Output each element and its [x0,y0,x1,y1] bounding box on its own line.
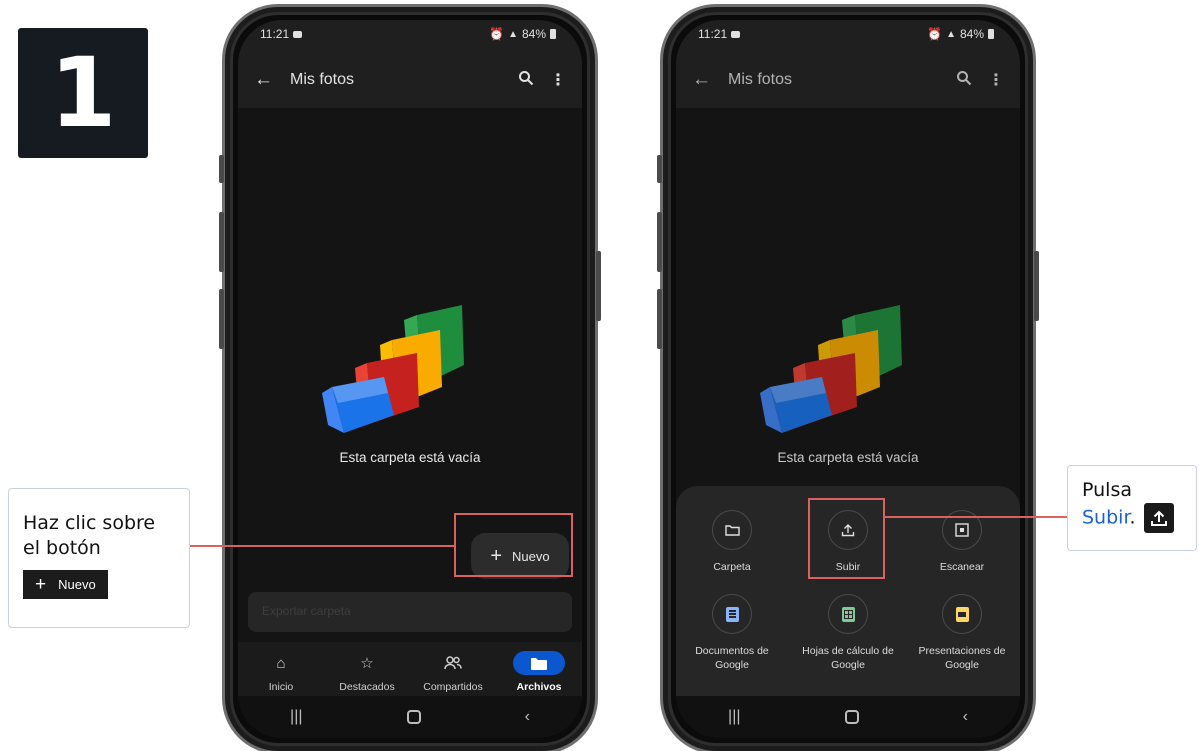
more-options-icon[interactable]: ⋮ [546,70,570,90]
sheet-item-google-docs[interactable]: Documentos de Google [677,594,787,672]
callout-pulsa-text: Pulsa [1082,479,1132,501]
google-slides-icon [942,594,982,634]
left-instruction-callout: Haz clic sobre el botón + Nuevo [8,488,190,628]
sheet-item-google-slides[interactable]: Presentaciones de Google [907,594,1017,672]
empty-folder-illustration [322,305,464,433]
callout-period: . [1129,506,1136,529]
nav-item-label: Archivos [516,681,562,693]
recent-apps-icon[interactable]: ||| [290,708,302,726]
left-callout-connector [190,545,454,547]
home-button-icon[interactable] [406,710,421,724]
sheet-item-label: Documentos de Google [695,645,769,672]
sheet-item-carpeta[interactable]: Carpeta [677,510,787,574]
folder-outline-icon [712,510,752,550]
plus-icon: + [35,573,47,595]
empty-folder-message: Esta carpeta está vacía [339,450,481,465]
new-button-highlight [454,513,573,577]
alarm-icon: ⏰ [489,27,505,41]
sheet-item-google-sheets[interactable]: Hojas de cálculo de Google [793,594,903,672]
more-options-icon[interactable]: ⋮ [984,70,1008,90]
new-button-sample: + Nuevo [23,569,108,599]
system-navigation-bar: ||| ‹ [676,696,1020,738]
recent-apps-icon[interactable]: ||| [728,708,740,726]
phone-right-screen: 11:21 ⏰ ▲ 84% ← Mis fotos ⋮ Esta carpeta… [676,20,1020,738]
subir-link-text: Subir [1082,506,1130,529]
google-docs-icon [712,594,752,634]
nav-item-archivos[interactable]: Archivos [496,642,582,702]
search-strip-text: Exportar carpeta [262,604,351,618]
nav-item-compartidos[interactable]: Compartidos [410,642,496,702]
system-navigation-bar: ||| ‹ [238,696,582,738]
empty-folder-message: Esta carpeta está vacía [777,450,919,465]
app-header: ← Mis fotos ⋮ [676,58,1020,102]
status-bar: 11:21 ⏰ ▲ 84% [676,20,1020,48]
back-arrow-icon[interactable]: ← [692,69,728,91]
battery-icon [988,29,994,39]
home-button-icon[interactable] [844,710,859,724]
sheet-item-label: Presentaciones de Google [918,645,1006,672]
sheet-item-label: Carpeta [713,561,751,573]
nav-item-label: Destacados [339,681,395,693]
back-arrow-icon[interactable]: ← [254,69,290,91]
nav-item-label: Inicio [268,681,294,693]
alarm-icon: ⏰ [927,27,943,41]
search-strip[interactable]: Exportar carpeta [248,592,572,632]
battery-level: 84% [521,27,546,41]
phone-right: 11:21 ⏰ ▲ 84% ← Mis fotos ⋮ Esta carpeta… [657,4,1039,751]
phone-left: 11:21 ⏰ ▲ 84% ← Mis fotos ⋮ Esta carpeta… [219,4,601,751]
nav-item-destacados[interactable]: ☆ Destacados [324,642,410,702]
right-callout-connector [885,516,1067,518]
back-icon[interactable]: ‹ [525,708,530,726]
sheet-item-label: Hojas de cálculo de Google [802,645,894,672]
star-icon: ☆ [360,655,374,672]
sheet-item-escanear[interactable]: Escanear [907,510,1017,574]
status-bar: 11:21 ⏰ ▲ 84% [238,20,582,48]
page-title: Mis fotos [290,71,355,88]
folder-icon [513,651,565,675]
step-number-badge: 1 [18,28,148,158]
nav-item-inicio[interactable]: ⌂ Inicio [238,642,324,702]
signal-icon: ▲ [508,28,518,40]
callout-text-line1: Haz clic sobre [23,512,156,534]
google-sheets-icon [828,594,868,634]
new-button-sample-label: Nuevo [58,576,96,592]
camera-indicator-icon [293,31,303,39]
callout-text-line2: el botón [23,537,101,560]
callout-subir-line: Subir. [1082,503,1196,534]
sheet-item-label: Escanear [939,561,985,573]
upload-icon [1143,503,1174,534]
empty-folder-illustration [760,305,902,433]
people-icon [427,651,479,675]
status-time: 11:21 [260,27,290,41]
battery-level: 84% [959,27,984,41]
search-icon[interactable] [944,70,984,91]
search-icon[interactable] [506,70,546,91]
nav-item-label: Compartidos [423,681,483,693]
page-title: Mis fotos [728,71,793,88]
camera-indicator-icon [731,31,741,39]
signal-icon: ▲ [946,28,956,40]
battery-icon [550,29,556,39]
home-icon: ⌂ [276,654,286,672]
back-icon[interactable]: ‹ [963,708,968,726]
upload-option-highlight [808,498,885,579]
phone-left-screen: 11:21 ⏰ ▲ 84% ← Mis fotos ⋮ Esta carpeta… [238,20,582,738]
app-header: ← Mis fotos ⋮ [238,58,582,102]
right-instruction-callout: Pulsa Subir. [1067,465,1197,551]
status-time: 11:21 [698,27,728,41]
bottom-navigation: ⌂ Inicio ☆ Destacados Compartidos Archiv… [238,642,582,702]
